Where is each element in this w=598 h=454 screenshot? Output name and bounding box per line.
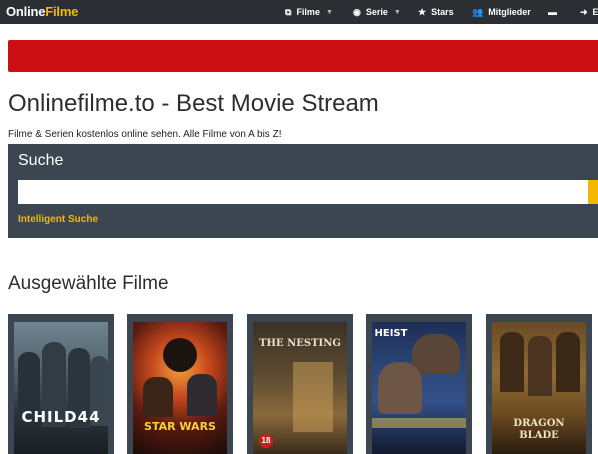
nav-item-mitglieder[interactable]: 👥 Mitglieder — [472, 0, 531, 24]
comment-icon: ▬ — [548, 7, 557, 17]
nav-item-stars[interactable]: ★ Stars — [418, 0, 454, 24]
poster-title: DRAGON BLADE — [513, 418, 565, 441]
nav-label-serie: Serie — [365, 7, 388, 17]
featured-movies-heading: Ausgewählte Filme — [8, 273, 169, 294]
search-input[interactable] — [18, 180, 588, 204]
movie-card[interactable]: CHILD44 — [8, 314, 114, 454]
movie-poster: HEIST — [372, 322, 466, 454]
nav-label-login: E — [592, 7, 598, 17]
film-icon: ⧉ — [285, 6, 292, 17]
movie-card[interactable]: STAR WARS — [127, 314, 233, 454]
chevron-down-icon: ▼ — [325, 8, 333, 16]
movie-poster: THE NESTING 18 — [253, 322, 347, 454]
page-subtitle: Filme & Serien kostenlos online sehen. A… — [8, 129, 282, 140]
movie-poster: CHILD44 — [14, 322, 108, 454]
poster-title: HEIST — [374, 328, 408, 339]
nav-label-stars: Stars — [431, 7, 454, 17]
users-icon: 👥 — [472, 6, 484, 17]
ad-banner[interactable] — [8, 40, 598, 72]
smart-search-link[interactable]: Intelligent Suche — [18, 214, 98, 225]
movie-poster: DRAGON BLADE — [492, 322, 586, 454]
logo-text-online: Online — [6, 4, 46, 19]
nav-label-filme: Filme — [296, 7, 320, 17]
nav-item-login[interactable]: ➜ E — [580, 0, 598, 24]
sign-in-icon: ➜ — [580, 6, 588, 17]
movie-poster: STAR WARS — [133, 322, 227, 454]
poster-title: STAR WARS — [144, 420, 216, 433]
movie-card[interactable]: DRAGON BLADE — [486, 314, 592, 454]
logo-text-filme: Filme — [45, 4, 79, 19]
poster-title: CHILD44 — [21, 408, 101, 426]
poster-title: THE NESTING — [259, 338, 341, 349]
search-heading: Suche — [18, 152, 64, 169]
site-logo[interactable]: OnlineFilme — [6, 4, 78, 19]
search-panel: Suche Intelligent Suche — [8, 144, 598, 238]
age-rating-badge: 18 — [259, 434, 273, 448]
play-circle-icon: ◉ — [353, 6, 361, 17]
top-navbar: OnlineFilme ⧉ Filme ▼ ◉ Serie ▼ ★ Stars … — [0, 0, 598, 24]
nav-label-mitglieder: Mitglieder — [488, 7, 531, 17]
chevron-down-icon: ▼ — [393, 8, 401, 16]
nav-item-serie[interactable]: ◉ Serie ▼ — [353, 0, 401, 24]
nav-item-filme[interactable]: ⧉ Filme ▼ — [285, 0, 333, 24]
movie-card[interactable]: THE NESTING 18 — [247, 314, 353, 454]
search-submit-button[interactable] — [588, 180, 598, 204]
nav-item-chat[interactable]: ▬ — [548, 0, 562, 24]
movie-card[interactable]: HEIST — [366, 314, 472, 454]
page-title: Onlinefilme.to - Best Movie Stream — [8, 90, 379, 117]
star-icon: ★ — [418, 6, 427, 17]
